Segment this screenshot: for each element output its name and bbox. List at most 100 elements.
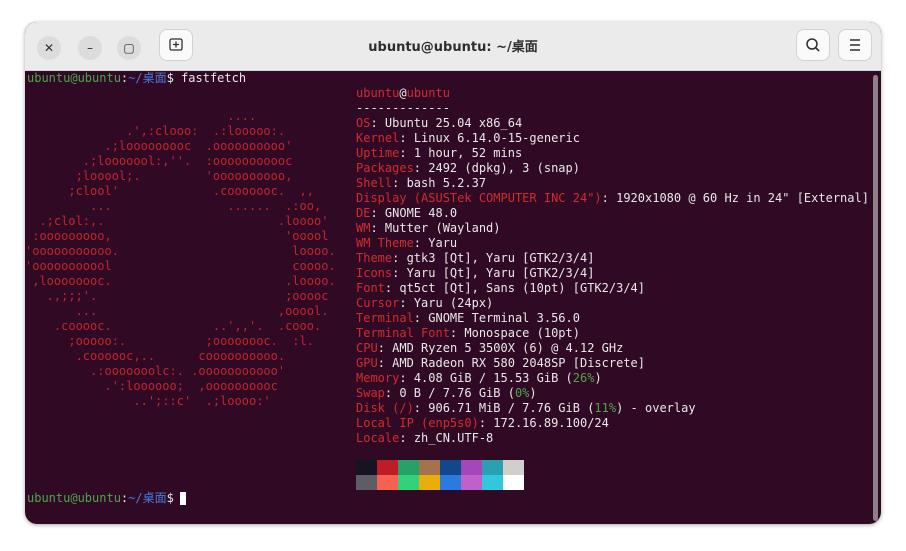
logo-line: .':loooooo; ,oooooooooc	[25, 379, 278, 393]
text-cursor	[180, 492, 186, 505]
logo-line: :ooooooooo, 'ooool	[25, 229, 329, 243]
info-value: Yaru	[428, 236, 458, 250]
ubuntu-ascii-logo: .... .',:clooo: .:looooo:. .;looooooooc …	[25, 109, 336, 409]
info-value: AMD Radeon RX 580 2048SP [Discrete]	[392, 356, 646, 370]
info-host: ubuntu	[406, 86, 450, 100]
logo-line: .cooooc. ..',,'. .cooo.	[25, 319, 322, 333]
info-row-local-ip: Local IP (enp5s0): 172.16.89.100/24	[356, 416, 609, 431]
color-swatch	[398, 475, 419, 490]
logo-line: ;ooooo:. ;oooooooc. :l.	[25, 334, 314, 348]
info-label: OS	[356, 116, 371, 130]
info-separator: -------------	[356, 101, 450, 115]
color-swatch	[440, 475, 461, 490]
info-value: 1 hour, 52 mins	[413, 146, 523, 160]
info-colon: :	[399, 371, 414, 385]
info-label: Shell	[356, 176, 393, 190]
info-value: )	[594, 371, 602, 385]
logo-line: .coooooc,.. coooooooooo.	[25, 349, 286, 363]
color-swatch	[356, 460, 377, 475]
color-swatch	[482, 460, 503, 475]
info-value: ) - overlay	[616, 401, 696, 415]
info-label: Display (ASUSTek COMPUTER INC 24")	[356, 191, 602, 205]
info-colon: :	[601, 191, 617, 205]
info-value: 172.16.89.100/24	[493, 416, 609, 430]
logo-line: .:ooooooolc:. .ooooooooooo'	[25, 364, 286, 378]
info-value: 0 B / 7.76 GiB (	[399, 386, 515, 400]
info-label: Locale	[356, 431, 400, 445]
info-row: Terminal: GNOME Terminal 3.56.0	[356, 311, 580, 326]
info-value: Yaru (24px)	[413, 296, 494, 310]
color-swatch	[503, 460, 524, 475]
info-label: Font	[356, 281, 385, 295]
command-line: ubuntu@ubuntu:~/桌面$ fastfetch	[27, 71, 246, 86]
window-title: ubuntu@ubuntu: ~/桌面	[368, 40, 538, 55]
info-colon: :	[370, 206, 385, 220]
info-value: 1920x1080 @ 60 Hz in 24" [External]	[616, 191, 869, 205]
scrollbar[interactable]	[873, 75, 878, 521]
info-user: ubuntu	[356, 86, 400, 100]
current-prompt: ubuntu@ubuntu:~/桌面$	[27, 491, 181, 506]
color-swatch	[461, 460, 482, 475]
color-swatch	[482, 475, 503, 490]
logo-line: .;looooooooc .oooooooooo'	[25, 139, 293, 153]
info-percent: 11%	[594, 401, 617, 415]
logo-line: ....	[25, 109, 257, 123]
info-label: GPU	[356, 356, 378, 370]
info-label: Theme	[356, 251, 393, 265]
logo-line: .,;;;'. ;ooooc	[25, 289, 329, 303]
info-colon: :	[449, 326, 465, 340]
info-row: Shell: bash 5.2.37	[356, 176, 486, 191]
prompt-path: ~/桌面	[128, 71, 167, 85]
info-row: Font: qt5ct [Qt], Sans (10pt) [GTK2/3/4]	[356, 281, 645, 296]
info-label: Memory	[356, 371, 400, 385]
info-value: AMD Ryzen 5 3500X (6) @ 4.12 GHz	[392, 341, 624, 355]
info-row: Kernel: Linux 6.14.0-15-generic	[356, 131, 580, 146]
prompt-userhost: ubuntu@ubuntu	[27, 71, 121, 85]
info-label: Packages	[356, 161, 414, 175]
color-swatch	[503, 475, 524, 490]
menu-icon	[850, 39, 860, 51]
color-swatch	[440, 460, 461, 475]
info-colon: :	[413, 161, 429, 175]
info-value: GNOME Terminal 3.56.0	[428, 311, 580, 325]
info-row-disk: Disk (/): 906.71 MiB / 7.76 GiB (11%) - …	[356, 401, 696, 416]
info-label: Swap	[356, 386, 385, 400]
search-icon	[806, 38, 820, 52]
info-value: qt5ct [Qt], Sans (10pt) [GTK2/3/4]	[399, 281, 645, 295]
info-colon: :	[377, 341, 393, 355]
prompt-symbol: $	[166, 71, 182, 85]
info-label: Local IP (enp5s0)	[356, 416, 479, 430]
info-colon: :	[413, 311, 429, 325]
logo-line: ... ...... .:oo,	[25, 199, 322, 213]
color-swatch	[461, 475, 482, 490]
info-value: zh_CN.UTF-8	[413, 431, 494, 445]
info-value: GNOME 48.0	[384, 206, 458, 220]
info-colon: :	[370, 116, 385, 130]
info-value: Mutter (Wayland)	[384, 221, 501, 235]
info-row-swap: Swap: 0 B / 7.76 GiB (0%)	[356, 386, 537, 401]
info-value: Monospace (10pt)	[464, 326, 580, 340]
info-row-memory: Memory: 4.08 GiB / 15.53 GiB (26%)	[356, 371, 602, 386]
info-value: bash 5.2.37	[406, 176, 487, 190]
terminal-output[interactable]: ubuntu@ubuntu:~/桌面$ fastfetch .... .',:c…	[25, 71, 881, 524]
logo-line: ,loooooooc. .loooo.	[25, 274, 336, 288]
color-swatch	[419, 475, 440, 490]
info-label: WM	[356, 221, 371, 235]
info-row: Theme: gtk3 [Qt], Yaru [GTK2/3/4]	[356, 251, 594, 266]
info-value: Yaru [Qt], Yaru [GTK2/3/4]	[406, 266, 595, 280]
info-row: DE: GNOME 48.0	[356, 206, 457, 221]
info-value: )	[529, 386, 537, 400]
info-value: Linux 6.14.0-15-generic	[413, 131, 580, 145]
color-swatch	[419, 460, 440, 475]
info-value: 906.71 MiB / 7.76 GiB (	[428, 401, 595, 415]
search-button[interactable]	[796, 29, 830, 61]
info-value: 4.08 GiB / 15.53 GiB (	[413, 371, 573, 385]
info-label: Cursor	[356, 296, 400, 310]
menu-button[interactable]	[838, 29, 872, 61]
info-colon: :	[413, 401, 429, 415]
info-colon: :	[399, 146, 414, 160]
info-colon: :	[399, 431, 414, 445]
info-row: Terminal Font: Monospace (10pt)	[356, 326, 580, 341]
info-label: Icons	[356, 266, 393, 280]
logo-line: ;clool' .cooooooc. ,,	[25, 184, 314, 198]
